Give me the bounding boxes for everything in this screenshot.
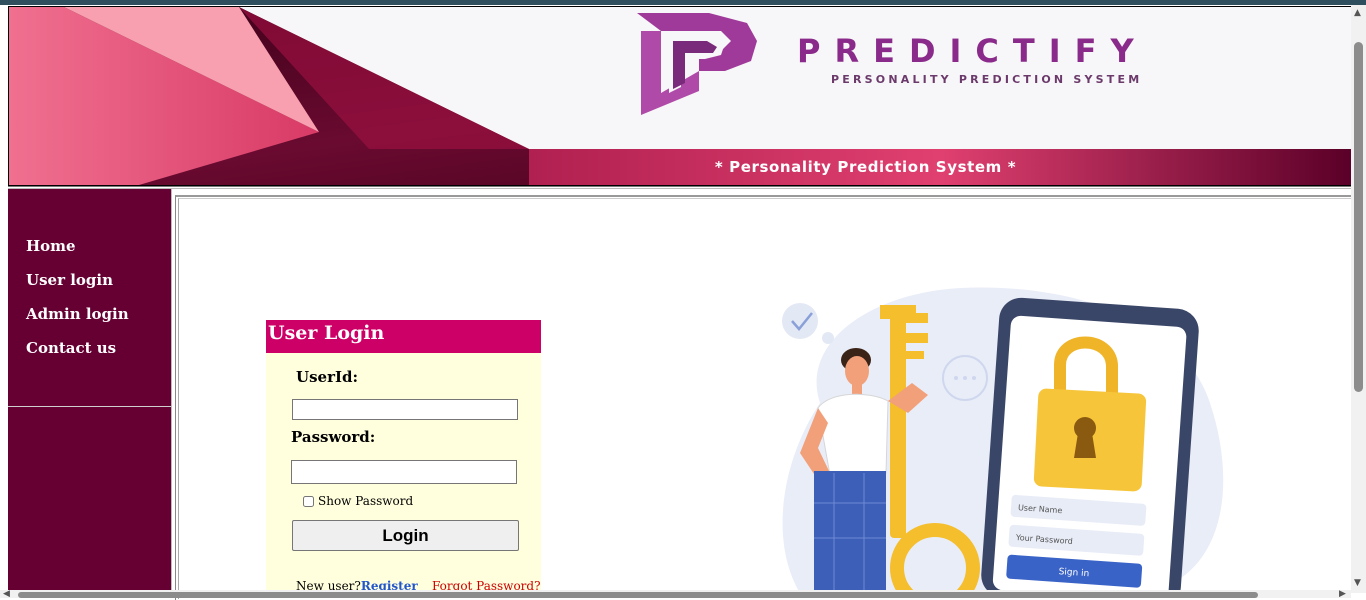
sidebar-nav: Home User login Admin login Contact us (26, 236, 129, 372)
divider (8, 186, 1351, 187)
password-input[interactable] (291, 460, 517, 484)
vertical-scrollbar-thumb[interactable] (1354, 42, 1363, 392)
login-panel: User Login UserId: Password: Show Passwo… (266, 320, 541, 598)
password-label: Password: (291, 428, 376, 446)
divider (8, 188, 1351, 189)
login-title: User Login (266, 320, 541, 353)
horizontal-scrollbar-thumb[interactable] (18, 592, 1258, 598)
show-password-toggle[interactable]: Show Password (303, 494, 413, 508)
banner-subtitle: * Personality Prediction System * (714, 158, 1017, 176)
window-top-bar (0, 0, 1366, 5)
sidebar-item-home: Home (26, 236, 129, 270)
sidebar-item-admin-login: Admin login (26, 304, 129, 338)
login-button[interactable]: Login (292, 520, 519, 551)
login-illustration: User Name Your Password Sign in (782, 287, 1224, 593)
userid-input[interactable] (292, 399, 518, 420)
scroll-down-arrow-icon[interactable]: ▼ (1354, 578, 1361, 588)
phone-signin-button: Sign in (1058, 567, 1089, 579)
brand-block: PREDICTIFY PERSONALITY PREDICTION SYSTEM (797, 35, 1148, 86)
nav-link-home[interactable]: Home (26, 237, 76, 255)
userid-label: UserId: (296, 368, 359, 386)
sidebar-item-contact: Contact us (26, 338, 129, 372)
nav-link-contact-us[interactable]: Contact us (26, 339, 116, 357)
show-password-checkbox[interactable] (303, 495, 314, 507)
sidebar-item-user-login: User login (26, 270, 129, 304)
brand-name: PREDICTIFY (797, 32, 1148, 70)
nav-link-admin-login[interactable]: Admin login (26, 305, 129, 323)
scroll-up-arrow-icon[interactable]: ▲ (1354, 8, 1361, 18)
sidebar: Home User login Admin login Contact us (8, 189, 172, 598)
sidebar-divider (8, 406, 171, 407)
nav-link-user-login[interactable]: User login (26, 271, 113, 289)
header-banner: PREDICTIFY PERSONALITY PREDICTION SYSTEM… (8, 6, 1353, 186)
show-password-label: Show Password (318, 494, 414, 508)
brand-tagline: PERSONALITY PREDICTION SYSTEM (831, 73, 1143, 86)
